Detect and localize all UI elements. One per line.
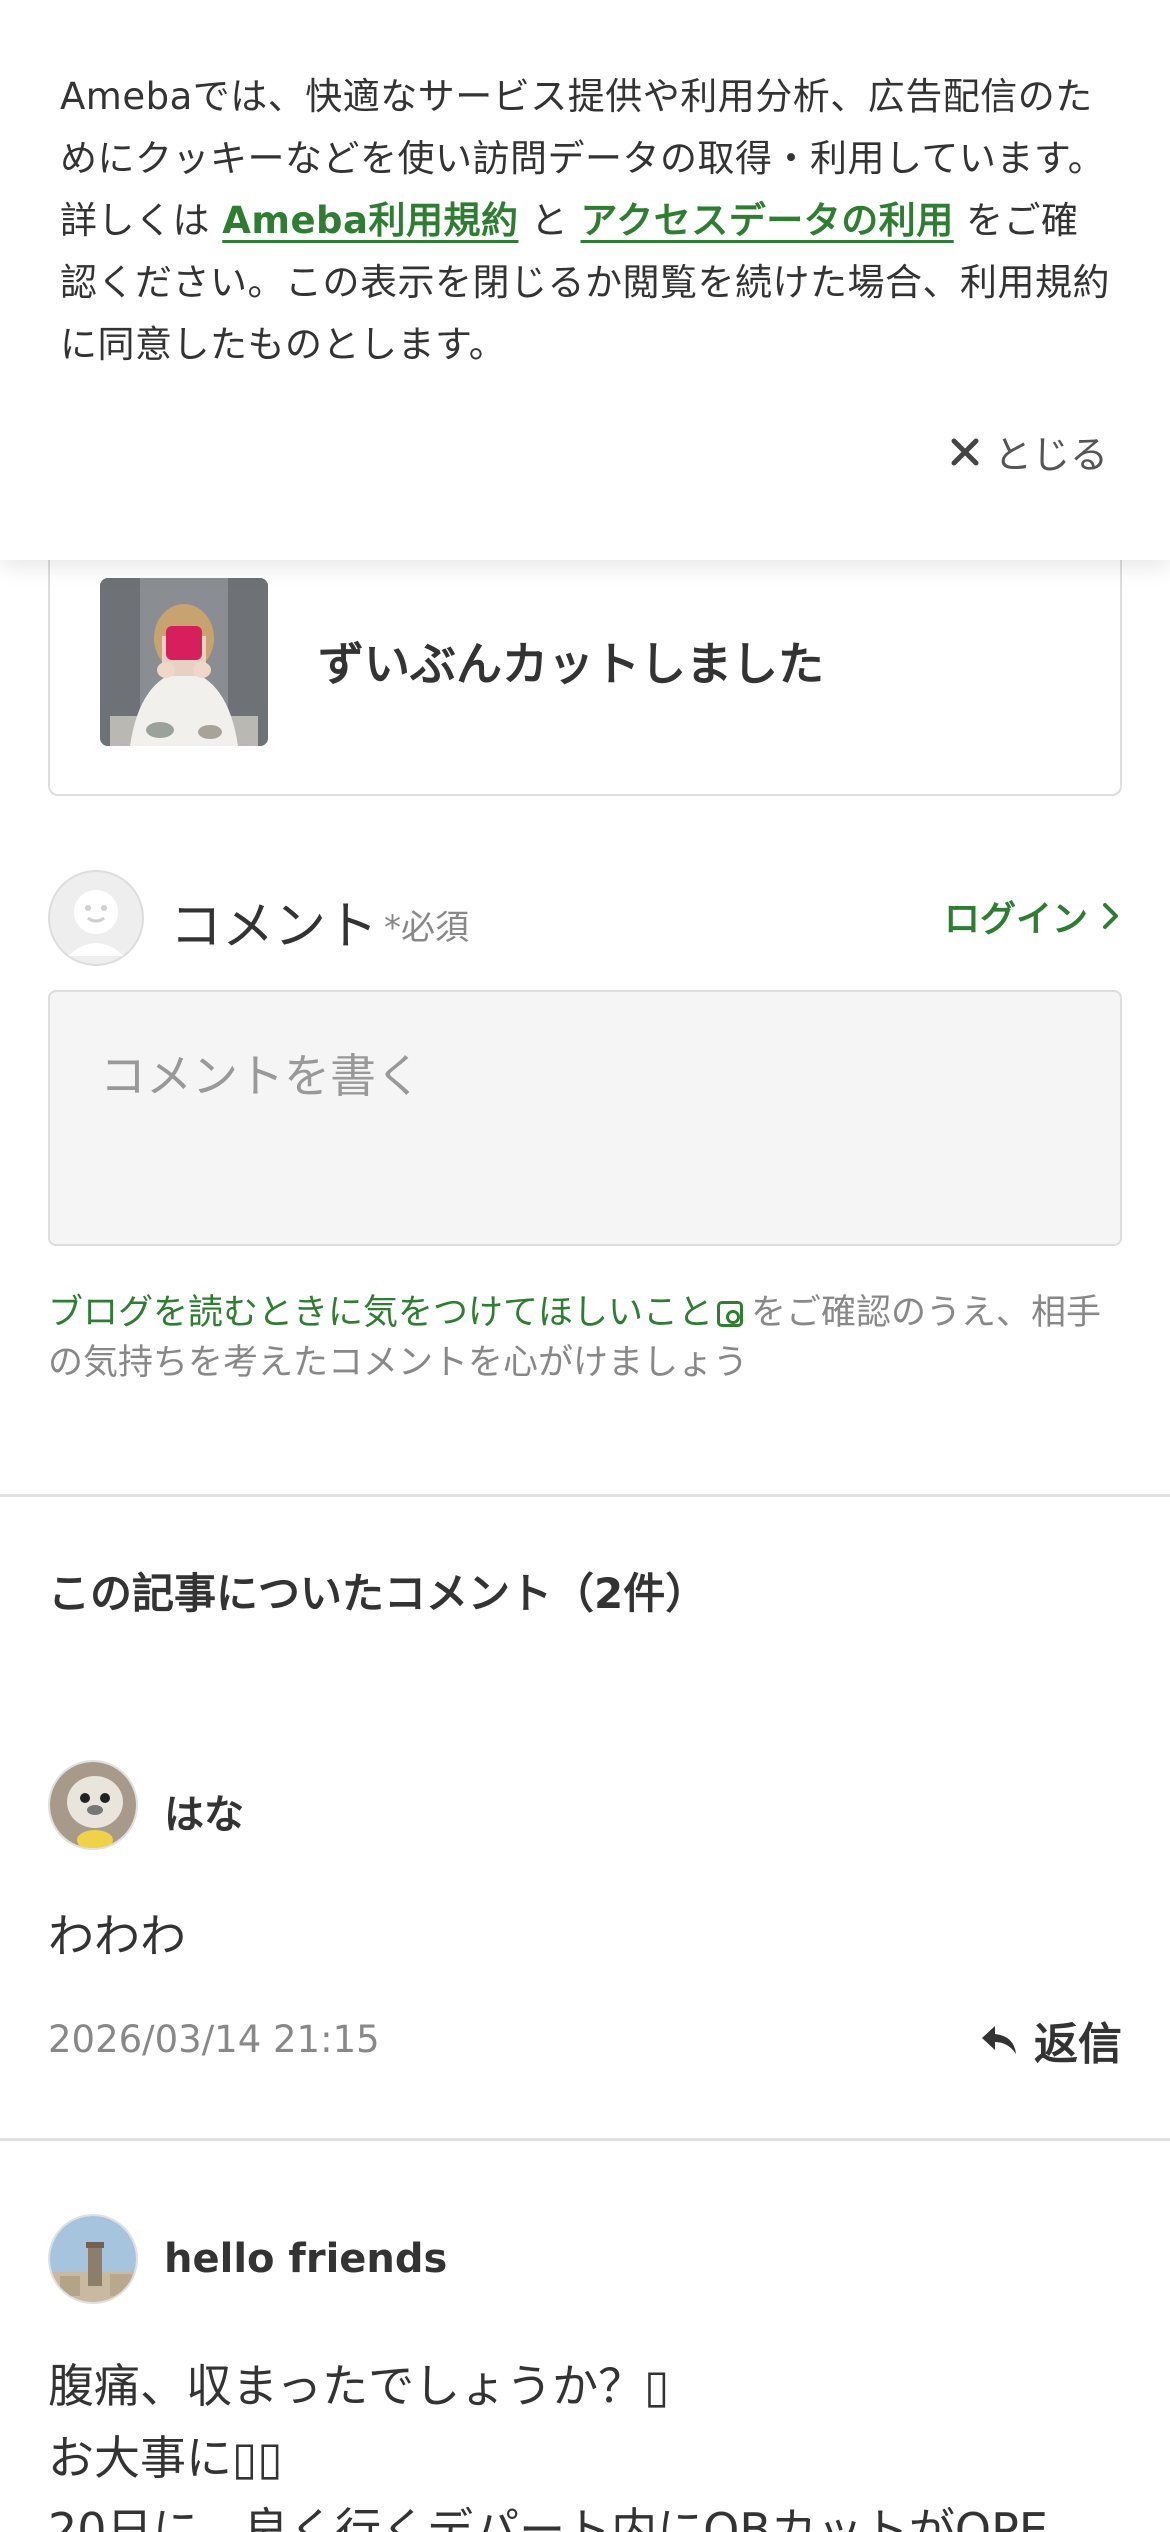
close-label: とじる — [993, 433, 1108, 477]
external-link-icon — [717, 1301, 744, 1327]
comment-body: わわわ — [48, 1909, 186, 1963]
required-mark: *必須 — [384, 908, 469, 948]
comment-divider — [0, 2138, 1170, 2141]
comment-guide-link[interactable]: ブログを読むときに気をつけてほしいこと — [48, 1293, 713, 1333]
comment-author[interactable]: はな — [164, 1782, 244, 1840]
login-label: ログイン — [943, 899, 1088, 940]
comment-heading: コメント — [170, 897, 379, 957]
commenter-avatar[interactable] — [48, 1760, 138, 1850]
comment-body-line: お大事に▯▯ — [48, 2431, 283, 2485]
comments-heading: この記事についたコメント（2件） — [48, 1569, 708, 1618]
cookie-notice-text: Amebaでは、快適なサービス提供や利用分析、広告配信のためにクッキーなどを使い… — [60, 66, 1110, 376]
comment-body-line: 腹痛、収まったでしょうか？▯ — [48, 2359, 670, 2413]
terms-link[interactable]: Ameba利用規約 — [222, 199, 518, 242]
access-data-link[interactable]: アクセスデータの利用 — [581, 199, 954, 242]
comment-body: 腹痛、収まったでしょうか？▯ お大事に▯▯ 20日に、良く行くデパート内にQBカ… — [48, 2350, 1122, 2532]
article-thumbnail — [100, 578, 268, 746]
chevron-right-icon — [1103, 903, 1118, 929]
comment-author[interactable]: hello friends — [164, 2236, 447, 2282]
comment-body-line: 20日に、良く行くデパート内にQBカットがOPE — [48, 2503, 1048, 2532]
comment-item: hello friends 腹痛、収まったでしょうか？▯ お大事に▯▯ 20日に… — [48, 2214, 1122, 2532]
comment-guide-text: ブログを読むときに気をつけてほしいこと をご確認のうえ、相手の気持ちを考えたコメン… — [48, 1288, 1128, 1388]
reply-label: 返信 — [1034, 2019, 1122, 2070]
login-link[interactable]: ログイン — [944, 890, 1120, 942]
page: Amebaでは、快適なサービス提供や利用分析、広告配信のためにクッキーなどを使い… — [0, 0, 1170, 2532]
section-divider — [0, 1494, 1170, 1497]
reply-icon — [982, 2026, 1016, 2054]
cookie-close-button[interactable]: とじる — [950, 424, 1108, 479]
comment-textarea-placeholder: コメントを書く — [100, 1049, 422, 1103]
close-icon — [951, 438, 979, 465]
default-avatar-icon — [48, 870, 144, 966]
reply-button[interactable]: 返信 — [980, 2008, 1122, 2072]
comment-timestamp: 2026/03/14 21:15 — [48, 2018, 380, 2061]
article-title: ずいぶんカットしました — [318, 637, 824, 691]
comment-textarea[interactable]: コメントを書く — [48, 990, 1122, 1246]
cookie-banner: Amebaでは、快適なサービス提供や利用分析、広告配信のためにクッキーなどを使い… — [0, 0, 1170, 560]
commenter-avatar[interactable] — [48, 2214, 138, 2304]
comment-item: はな わわわ 2026/03/14 21:15 返信 — [48, 1760, 1122, 2090]
cookie-text-part-2: と — [518, 199, 581, 242]
article-card[interactable]: ずいぶんカットしました — [48, 520, 1122, 796]
